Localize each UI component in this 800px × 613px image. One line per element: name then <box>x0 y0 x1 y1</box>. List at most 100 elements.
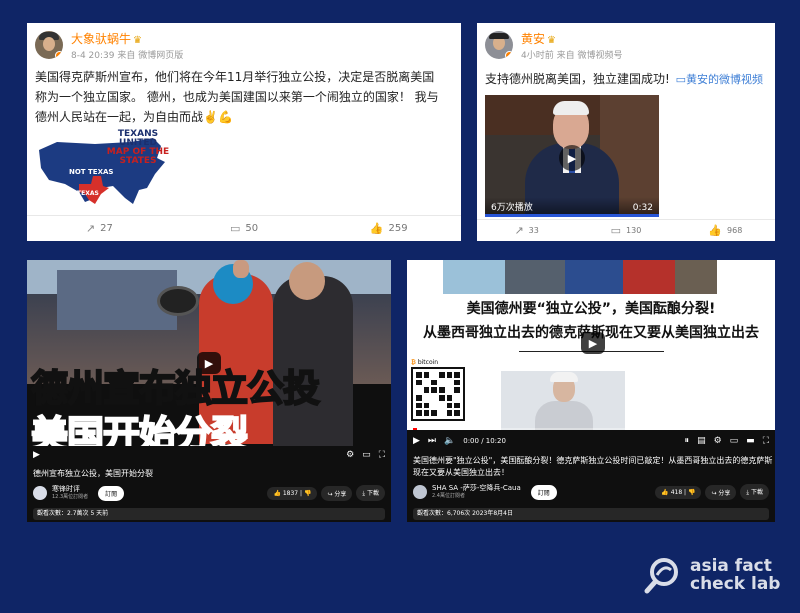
crowd-strip-image-2 <box>675 260 717 294</box>
channel-avatar[interactable] <box>33 486 47 500</box>
share-button[interactable]: ↪ 分享 <box>321 485 353 501</box>
player-controls: ▶ ⚙ ▭ ⛶ <box>27 446 391 464</box>
username[interactable]: 大象驮蜗牛 <box>71 32 131 46</box>
like-button[interactable]: 👍 418 | 👎 <box>655 485 702 499</box>
crowd-strip-image <box>505 260 565 294</box>
repost-button[interactable]: ↗ 27 <box>27 216 172 241</box>
verified-badge-icon <box>55 51 63 59</box>
flag-strip-image-2 <box>623 260 675 294</box>
post-actions: ↗ 27 ▭ 50 👍 259 <box>27 215 461 241</box>
fullscreen-icon[interactable]: ⛶ <box>379 450 385 460</box>
like-button[interactable]: 👍 968 <box>676 220 775 241</box>
pause-toggle-icon[interactable]: ⏸ <box>685 436 690 446</box>
share-label: 分享 <box>334 490 347 498</box>
comment-button[interactable]: ▭ 130 <box>576 220 675 241</box>
miniplayer-icon[interactable]: ▭ <box>730 436 739 446</box>
post-actions: ↗ 33 ▭ 130 👍 968 <box>477 219 775 241</box>
thumbs-down-icon[interactable]: 👎 <box>304 490 311 497</box>
thumbs-up-icon: 👍 <box>661 488 671 496</box>
crown-icon: ♛ <box>547 35 556 46</box>
avatar[interactable] <box>485 31 513 59</box>
bitcoin-text: bitcoin <box>417 359 439 366</box>
video-link[interactable]: 黄安的微博视频 <box>686 73 763 86</box>
repost-button[interactable]: ↗ 33 <box>477 220 576 241</box>
map-label-not-texas: NOT TEXAS <box>69 168 114 176</box>
description-box[interactable]: 觀看次數：2.7萬次 5 天前 <box>33 508 385 520</box>
post-text-line: 称为一个独立国家。 德州，也成为美国建国以来第一个闹独立的国家！ 我与 <box>35 90 439 104</box>
video-views: 6万次播放 <box>491 203 533 213</box>
post-text: 支持德州脱离美国，独立建国成功! ▭黄安的微博视频 <box>485 69 763 90</box>
map-label-texas: TEXAS <box>77 190 99 197</box>
like-count: 259 <box>388 223 408 234</box>
channel-avatar[interactable] <box>413 485 427 499</box>
logo-line-1: asia fact <box>690 556 772 576</box>
bitcoin-icon: ₿ <box>411 359 416 366</box>
map-image[interactable]: TEXANS UNITED MAP OF THE STATES NOT TEXA… <box>35 128 175 208</box>
thumbnail-text-line-2: 美国开始分裂 <box>30 412 249 446</box>
post-header: 大象驮蜗牛 ♛ 8-4 20:39 来自 微博网页版 <box>35 31 183 63</box>
bitcoin-label: ₿ bitcoin <box>411 359 438 366</box>
thumbs-up-icon: 👍 <box>369 222 384 235</box>
youtube-video-1: ▶ 德州宣布独立公投 美国开始分裂 ▶ ⚙ ▭ ⛶ 德州宣布独立公投，美国开始分… <box>27 260 391 522</box>
player-controls: ▶ ⏭ 🔈 0:00 / 10:20 ⏸ ▤ ⚙ ▭ ▬ ⛶ <box>407 432 775 450</box>
progress-bar[interactable] <box>413 428 769 430</box>
weibo-post-2: 黄安 ♛ 4小时前 来自 微博视频号 支持德州脱离美国，独立建国成功! ▭黄安的微… <box>477 23 775 241</box>
comment-icon: ▭ <box>610 224 622 237</box>
channel-row: SHA SA -萨莎-空降兵-Caua 2.4萬位訂閱者 訂閱 👍 418 | … <box>413 484 769 500</box>
time-display: 0:00 / 10:20 <box>463 437 506 445</box>
crown-icon: ♛ <box>133 35 142 46</box>
video-thumbnail[interactable]: ▶ 德州宣布独立公投 美国开始分裂 <box>27 260 391 446</box>
qr-code-image <box>411 367 465 421</box>
verified-badge-icon <box>505 51 513 59</box>
play-icon[interactable]: ▶ <box>33 450 40 460</box>
share-button[interactable]: ↪ 分享 <box>705 484 737 500</box>
share-label: 分享 <box>718 489 731 497</box>
volume-icon[interactable]: 🔈 <box>444 436 455 446</box>
repost-count: 33 <box>528 226 539 235</box>
thumbs-up-icon: 👍 <box>708 224 723 237</box>
thumbs-down-icon[interactable]: 👎 <box>688 489 695 496</box>
play-icon[interactable]: ▶ <box>581 332 605 354</box>
username[interactable]: 黄安 <box>521 32 545 46</box>
next-icon[interactable]: ⏭ <box>428 436 436 446</box>
comment-button[interactable]: ▭ 50 <box>172 216 317 241</box>
download-button[interactable]: ⤓ 下載 <box>740 484 769 500</box>
play-icon[interactable]: ▶ <box>559 145 585 171</box>
comment-count: 130 <box>626 226 642 235</box>
play-icon[interactable]: ▶ <box>413 436 420 446</box>
comment-icon: ▭ <box>229 222 241 235</box>
youtube-video-2: 美国德州要“独立公投”，美国酝酿分裂! 从墨西哥独立出去的德克萨斯现在又要从美国… <box>407 260 775 522</box>
like-count: 1837 <box>282 489 299 497</box>
fullscreen-icon[interactable]: ⛶ <box>763 436 769 446</box>
video-title[interactable]: 美国德州要"独立公投"，美国酝酿分裂！德克萨斯独立公投时间已敲定！从墨西哥独立出… <box>413 455 773 479</box>
post-meta: 8-4 20:39 来自 微博网页版 <box>71 51 184 61</box>
like-button[interactable]: 👍 259 <box>316 216 461 241</box>
like-button[interactable]: 👍 1837 | 👎 <box>267 486 318 500</box>
post-text-line: 美国得克萨斯州宣布，他们将在今年11月举行独立公投，决定是否脱离美国 <box>35 70 435 84</box>
subscribe-button[interactable]: 訂閱 <box>530 484 557 500</box>
channel-name[interactable]: SHA SA -萨莎-空降兵-Caua <box>432 484 521 493</box>
video-thumbnail[interactable]: 美国德州要“独立公投”，美国酝酿分裂! 从墨西哥独立出去的德克萨斯现在又要从美国… <box>407 260 775 446</box>
video-duration: 0:32 <box>632 203 653 213</box>
captions-icon[interactable]: ▤ <box>697 436 706 446</box>
asia-fact-check-lab-logo: asia fact check lab <box>644 555 780 595</box>
download-label: 下載 <box>750 489 763 496</box>
theater-icon[interactable]: ▬ <box>746 436 755 446</box>
weibo-post-1: 大象驮蜗牛 ♛ 8-4 20:39 来自 微博网页版 美国得克萨斯州宣布，他们将在… <box>27 23 461 241</box>
avatar[interactable] <box>35 31 63 59</box>
miniplayer-icon[interactable]: ▭ <box>362 450 371 460</box>
video-title[interactable]: 德州宣布独立公投，美国开始分裂 <box>33 468 153 480</box>
post-text-line: 德州人民站在一起，为自由而战✌️💪 <box>35 110 233 124</box>
post-header: 黄安 ♛ 4小时前 来自 微博视频号 <box>485 31 622 63</box>
settings-icon[interactable]: ⚙ <box>714 436 722 446</box>
channel-name[interactable]: 寒锋时评 <box>52 485 88 494</box>
subscribe-button[interactable]: 訂閱 <box>98 485 125 501</box>
presenter-image <box>501 371 625 430</box>
download-button[interactable]: ⤓ 下載 <box>356 485 385 501</box>
description-box[interactable]: 觀看次數：6,706次 2023年8月4日 <box>413 508 769 520</box>
thumbs-up-icon: 👍 <box>273 489 283 497</box>
settings-icon[interactable]: ⚙ <box>346 450 354 460</box>
map-title: TEXANS UNITED MAP OF THE STATES <box>101 130 175 166</box>
embedded-video[interactable]: ▶ 6万次播放 0:32 <box>485 95 659 217</box>
logo-line-2: check lab <box>690 574 781 594</box>
